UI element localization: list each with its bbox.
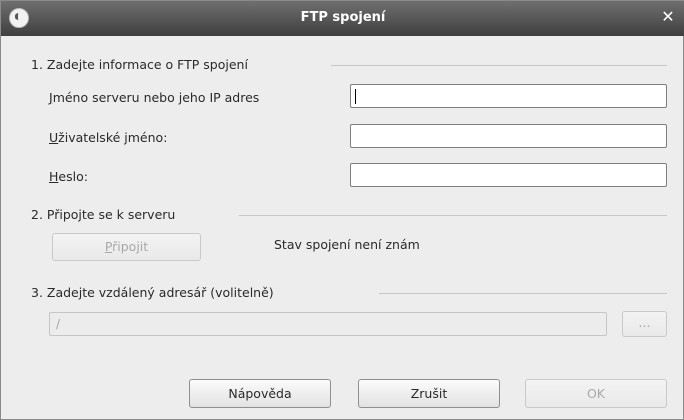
username-label: Uživatelské jméno: [49,130,168,145]
dialog-title: FTP spojení [300,10,386,25]
connection-status: Stav spojení není znám [274,237,420,252]
separator [331,65,667,66]
section-connection-info-title: 1. Zadejte informace o FTP spojení [31,57,248,72]
separator [379,293,667,294]
server-label: Jméno serveru nebo jeho IP adres [49,90,260,105]
cancel-button[interactable]: Zrušit [358,379,500,408]
title-bar: FTP spojení ✕ [1,1,684,36]
remote-directory-input[interactable]: / [49,312,607,336]
browse-button[interactable]: ... [622,311,667,337]
separator [239,215,667,216]
section-remote-directory-title: 3. Zadejte vzdálený adresář (volitelně) [31,285,274,300]
ftp-connection-dialog: FTP spojení ✕ 1. Zadejte informace o FTP… [0,0,684,420]
section-connect-title: 2. Připojte se k serveru [31,207,176,222]
username-input[interactable] [350,124,667,148]
password-input[interactable] [350,163,667,187]
close-icon[interactable]: ✕ [659,8,677,26]
text-caret [355,89,356,104]
help-button[interactable]: Nápověda [189,379,331,408]
ok-button[interactable]: OK [525,379,667,408]
password-label: Heslo: [49,169,88,184]
connect-button[interactable]: Připojit [52,233,201,261]
server-input[interactable] [350,84,667,108]
